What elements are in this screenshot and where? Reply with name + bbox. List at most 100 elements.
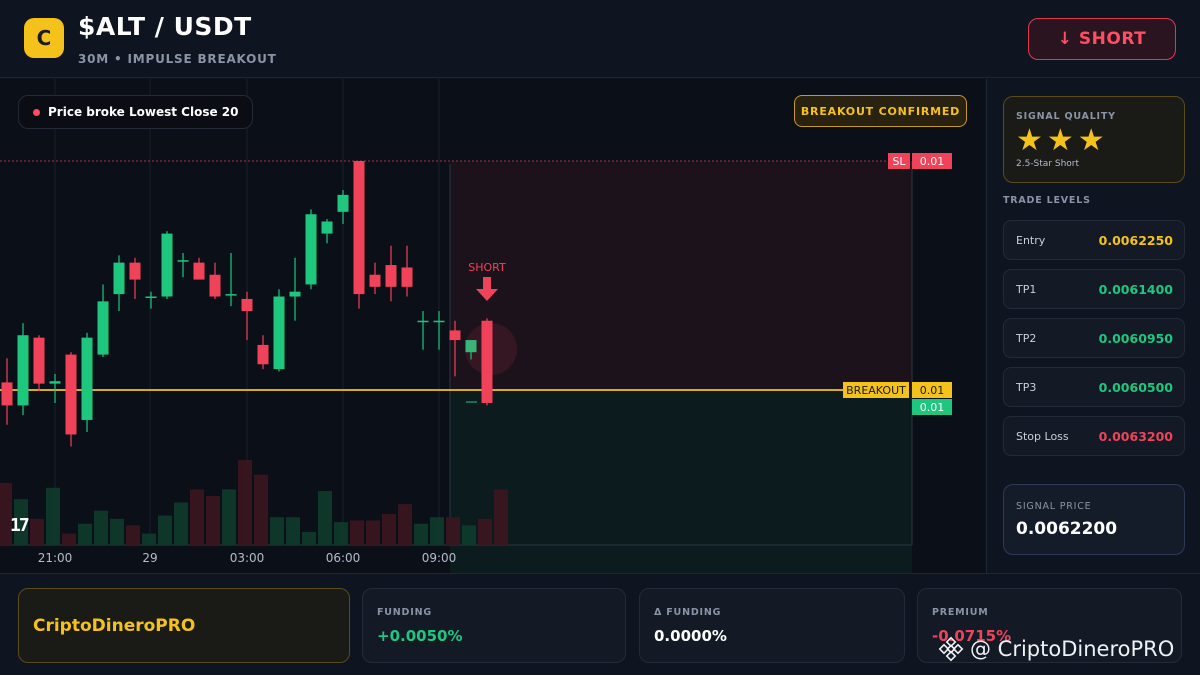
- trade-level-value: 0.0063200: [1098, 428, 1173, 444]
- candle-body: [273, 296, 285, 370]
- watermark: @ CriptoDineroPRO: [938, 636, 1174, 662]
- trade-level-value: 0.0060950: [1098, 330, 1173, 346]
- trade-level-row: TP1 0.0061400: [1003, 269, 1185, 309]
- candle-body: [289, 291, 301, 297]
- volume-bar: [238, 460, 252, 545]
- volume-bar: [382, 513, 396, 545]
- volume-bar: [494, 489, 508, 545]
- candle-body: [177, 260, 189, 262]
- x-tick-label: 21:00: [38, 551, 73, 565]
- signal-reason-text: Price broke Lowest Close 20: [48, 105, 239, 119]
- volume-bar: [446, 517, 460, 545]
- trade-level-name: Entry: [1016, 233, 1046, 247]
- price-chart[interactable]: SHORT SL 0.01 BREAKOUT 0.01 0.01 21:00 29 03:00 0…: [0, 79, 985, 573]
- stat-label: PREMIUM: [932, 607, 989, 618]
- trade-level-name: TP2: [1016, 331, 1037, 345]
- candle-body: [161, 233, 173, 297]
- short-annotation: SHORT: [468, 261, 506, 274]
- volume-bar: [30, 518, 44, 545]
- volume-bar: [206, 495, 220, 545]
- candle-body: [113, 262, 125, 295]
- volume-bar: [350, 520, 364, 545]
- watermark-text: @ CriptoDineroPRO: [970, 637, 1175, 661]
- candle-body: [81, 337, 93, 420]
- pair-subtitle: 30M • IMPULSE BREAKOUT: [78, 52, 277, 66]
- volume-bar: [46, 487, 60, 545]
- candle-body: [209, 274, 221, 297]
- trade-level-row: TP2 0.0060950: [1003, 318, 1185, 358]
- brand-card: CriptoDineroPRO: [18, 588, 350, 663]
- pair-title: $ALT / USDT: [78, 12, 252, 41]
- signal-quality-card: SIGNAL QUALITY ★★★ 2.5-Star Short: [1003, 96, 1185, 183]
- candle-body: [193, 262, 205, 280]
- volume-bar: [94, 510, 108, 545]
- volume-bar: [126, 525, 140, 545]
- x-tick-label: 06:00: [326, 551, 361, 565]
- stat-card: FUNDING +0.0050%: [362, 588, 626, 663]
- volume-bar: [110, 518, 124, 545]
- trade-levels-title: TRADE LEVELS: [1003, 195, 1091, 206]
- stop-loss-zone: [450, 161, 912, 390]
- trade-level-name: Stop Loss: [1016, 429, 1069, 443]
- candle-body: [33, 337, 45, 384]
- candle-body: [241, 298, 253, 312]
- volume-bar: [158, 515, 172, 545]
- volume-bar: [478, 518, 492, 545]
- volume-bar: [302, 531, 316, 545]
- signal-quality-subtitle: 2.5-Star Short: [1016, 159, 1080, 169]
- stat-label: FUNDING: [377, 607, 432, 618]
- candle-body: [145, 296, 157, 299]
- stat-value: 0.0000%: [654, 627, 727, 645]
- volume-bar: [398, 504, 412, 545]
- chart-canvas[interactable]: SHORT SL 0.01 BREAKOUT 0.01 0.01 21:00 29 03:00 0…: [0, 79, 985, 573]
- signal-glow: [465, 323, 517, 375]
- signal-panel: SIGNAL QUALITY ★★★ 2.5-Star Short TRADE …: [986, 79, 1200, 573]
- volume-bar: [174, 502, 188, 545]
- trade-level-name: TP3: [1016, 380, 1037, 394]
- trade-level-row: Entry 0.0062250: [1003, 220, 1185, 260]
- candle-body: [401, 267, 413, 287]
- volume-bar: [62, 533, 76, 545]
- trade-level-name: TP1: [1016, 282, 1037, 296]
- stat-label: Δ FUNDING: [654, 607, 722, 618]
- x-tick-label: 29: [142, 551, 157, 565]
- signal-price-card: SIGNAL PRICE 0.0062200: [1003, 484, 1185, 555]
- trade-level-row: Stop Loss 0.0063200: [1003, 416, 1185, 456]
- candle-body: [369, 274, 381, 287]
- candle-body: [337, 194, 349, 212]
- signal-price-label: SIGNAL PRICE: [1016, 501, 1092, 512]
- volume-bar: [190, 489, 204, 545]
- header: C $ALT / USDT 30M • IMPULSE BREAKOUT ↓ S…: [0, 0, 1200, 78]
- candle-body: [353, 161, 365, 295]
- breakout-label: BREAKOUT: [846, 384, 906, 397]
- candle-body: [97, 301, 109, 355]
- trade-level-row: TP3 0.0060500: [1003, 367, 1185, 407]
- candle-body: [17, 335, 29, 406]
- x-tick-label: 03:00: [230, 551, 265, 565]
- volume-bar: [286, 517, 300, 545]
- short-button[interactable]: ↓ SHORT: [1028, 18, 1176, 60]
- volume-bar: [142, 533, 156, 545]
- candle-body: [1, 382, 13, 406]
- x-tick-label: 09:00: [422, 551, 457, 565]
- candle-body: [321, 221, 333, 234]
- stat-card: Δ FUNDING 0.0000%: [639, 588, 905, 663]
- candle-body: [129, 262, 141, 280]
- volume-bar: [254, 474, 268, 545]
- volume-bar: [414, 523, 428, 545]
- breakout-confirmed-badge: BREAKOUT CONFIRMED: [794, 95, 967, 127]
- star-rating-icon: ★★★: [1016, 123, 1109, 158]
- trade-level-value: 0.0061400: [1098, 281, 1173, 297]
- sl-label: SL: [892, 155, 906, 168]
- trade-level-value: 0.0060500: [1098, 379, 1173, 395]
- volume-bar: [270, 517, 284, 545]
- candle-body: [417, 320, 429, 323]
- current-price-value: 0.01: [920, 401, 945, 414]
- candle-body: [305, 214, 317, 285]
- volume-bar: [462, 525, 476, 545]
- stat-value: +0.0050%: [377, 627, 463, 645]
- tradingview-logo[interactable]: 17: [10, 515, 30, 536]
- status-dot: [33, 108, 40, 116]
- coin-logo: C: [24, 18, 64, 58]
- candle-body: [385, 265, 397, 287]
